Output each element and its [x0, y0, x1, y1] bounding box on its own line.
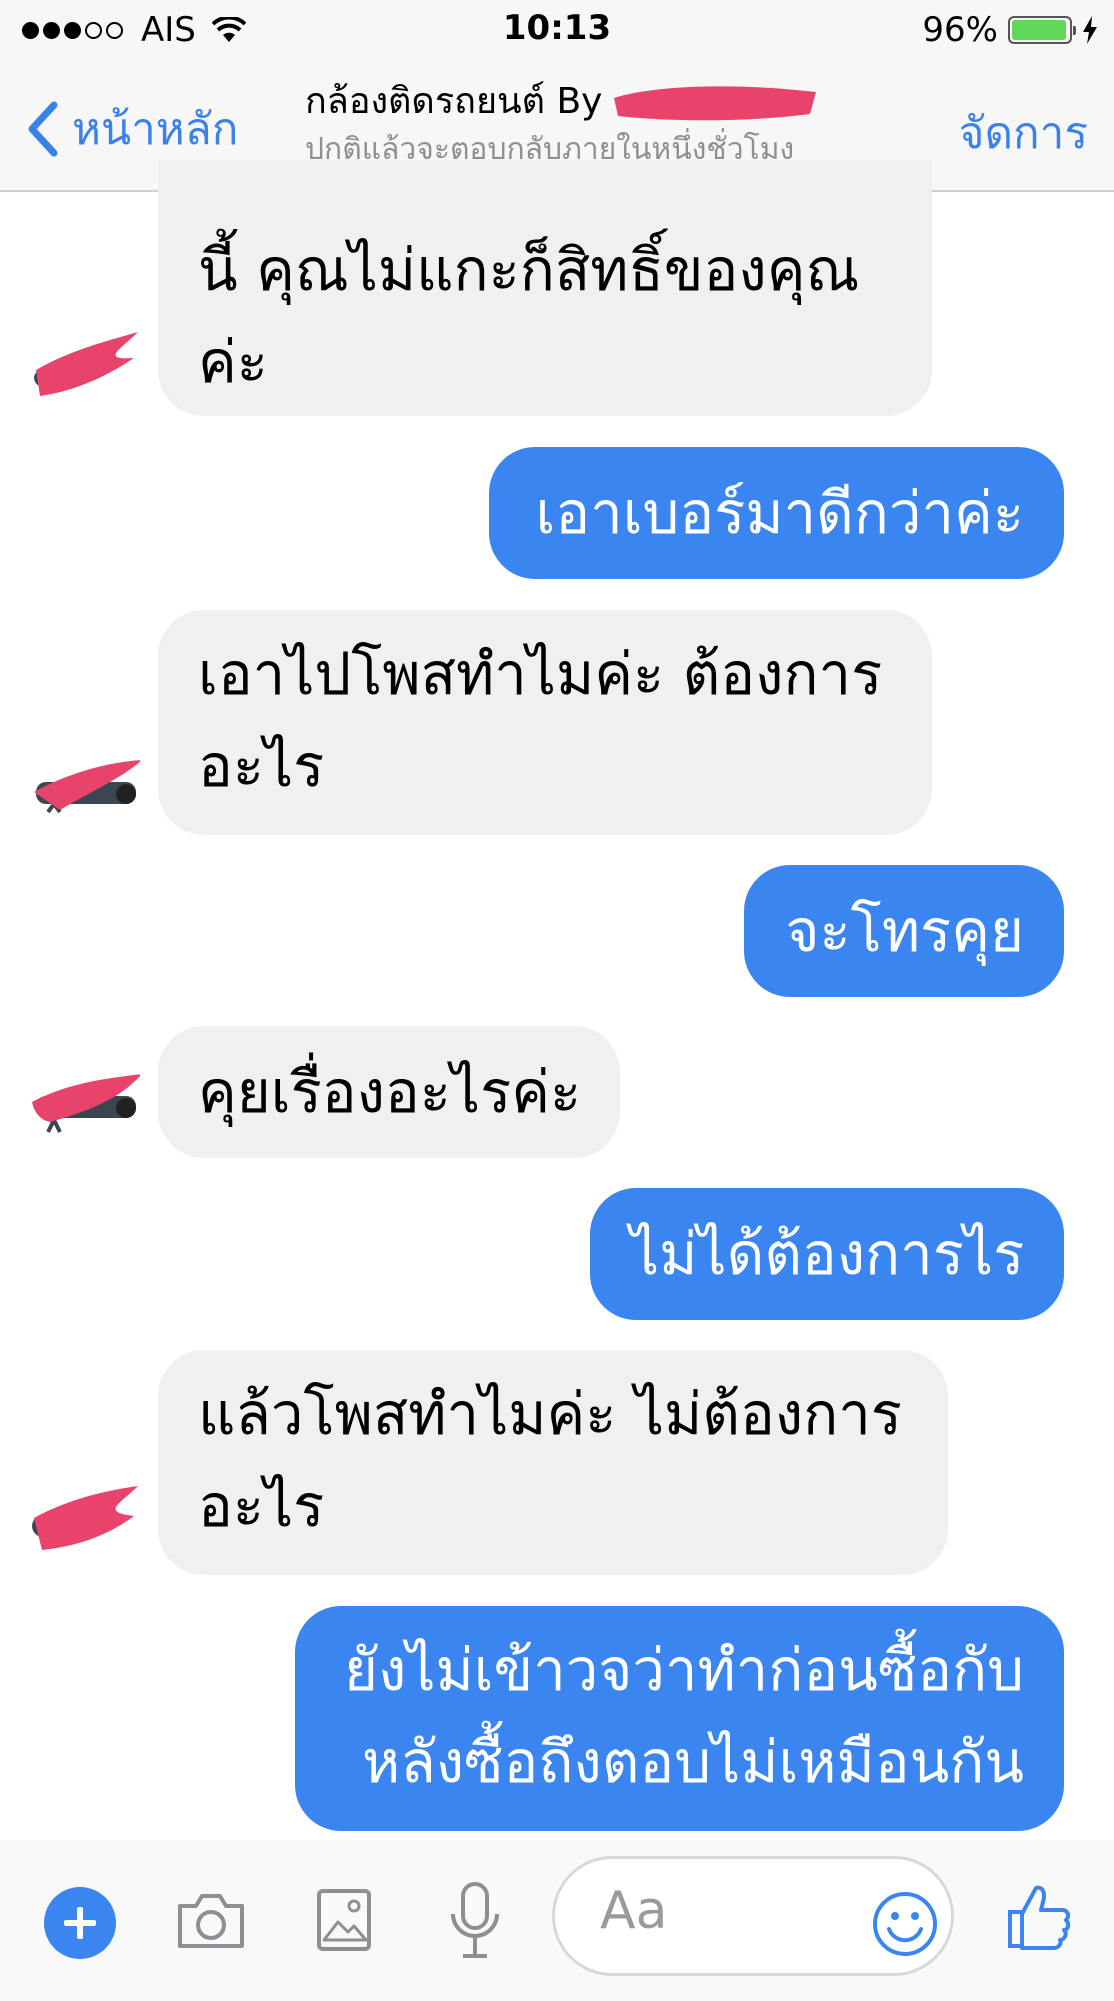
photo-icon[interactable]	[316, 1888, 372, 1952]
message-outgoing[interactable]: เอาเบอร์มาดีกว่าค่ะ	[489, 447, 1064, 579]
avatar[interactable]	[30, 1072, 140, 1142]
camera-icon[interactable]	[176, 1890, 246, 1950]
emoji-icon[interactable]	[872, 1891, 938, 1957]
battery-fill	[1012, 20, 1066, 40]
message-incoming[interactable]: เอาไปโพสทำไมค่ะ ต้องการ อะไร	[158, 610, 932, 835]
message-line: นี้ คุณไม่แกะก็สิทธิ์ของคุณ	[198, 236, 860, 304]
message-line: อะไร	[198, 732, 325, 800]
message-outgoing[interactable]: ยังไม่เข้าวจว่าทำก่อนซื้อกับ หลังซื้อถึง…	[295, 1606, 1064, 1831]
avatar[interactable]	[30, 1482, 140, 1552]
avatar[interactable]	[30, 752, 140, 822]
message-incoming[interactable]: คุยเรื่องอะไรค่ะ	[158, 1026, 620, 1158]
message-line: หลังซื้อถึงตอบไม่เหมือนกัน	[362, 1728, 1024, 1796]
message-line: อะไร	[198, 1472, 325, 1540]
message-line: ยังไม่เข้าวจว่าทำก่อนซื้อกับ	[344, 1636, 1024, 1704]
battery-icon	[1008, 16, 1076, 44]
back-chevron-icon	[28, 101, 58, 157]
avatar[interactable]	[30, 330, 140, 400]
message-outgoing[interactable]: จะโทรคุย	[744, 865, 1064, 997]
charging-icon	[1083, 16, 1097, 44]
status-bar: AIS 10:13 96%	[0, 0, 1114, 60]
message-outgoing[interactable]: ไม่ได้ต้องการไร	[590, 1188, 1064, 1320]
message-incoming[interactable]: นี้ คุณไม่แกะก็สิทธิ์ของคุณ ค่ะ	[158, 160, 932, 416]
redaction-scribble	[614, 86, 816, 121]
message-line: คุยเรื่องอะไรค่ะ	[198, 1058, 582, 1126]
thumbs-up-icon[interactable]	[1006, 1882, 1072, 1952]
manage-button[interactable]: จัดการ	[959, 98, 1088, 168]
conversation-title[interactable]: กล้องติดรถยนต์ By	[305, 72, 602, 129]
message-line: แล้วโพสทำไมค่ะ ไม่ต้องการ	[198, 1380, 902, 1448]
message-input-placeholder: Aa	[600, 1881, 668, 1941]
message-line: ค่ะ	[198, 328, 268, 396]
plus-icon[interactable]	[44, 1887, 116, 1959]
message-incoming[interactable]: แล้วโพสทำไมค่ะ ไม่ต้องการ อะไร	[158, 1350, 948, 1575]
battery-percent: 96%	[922, 10, 998, 50]
message-line: จะโทรคุย	[785, 897, 1024, 965]
back-button[interactable]: หน้าหลัก	[22, 94, 238, 164]
message-line: ไม่ได้ต้องการไร	[630, 1220, 1025, 1288]
microphone-icon[interactable]	[448, 1880, 502, 1962]
back-label: หน้าหลัก	[72, 104, 239, 155]
status-right: 96%	[922, 10, 1098, 50]
message-line: เอาไปโพสทำไมค่ะ ต้องการ	[198, 640, 883, 708]
message-line: เอาเบอร์มาดีกว่าค่ะ	[535, 479, 1024, 547]
